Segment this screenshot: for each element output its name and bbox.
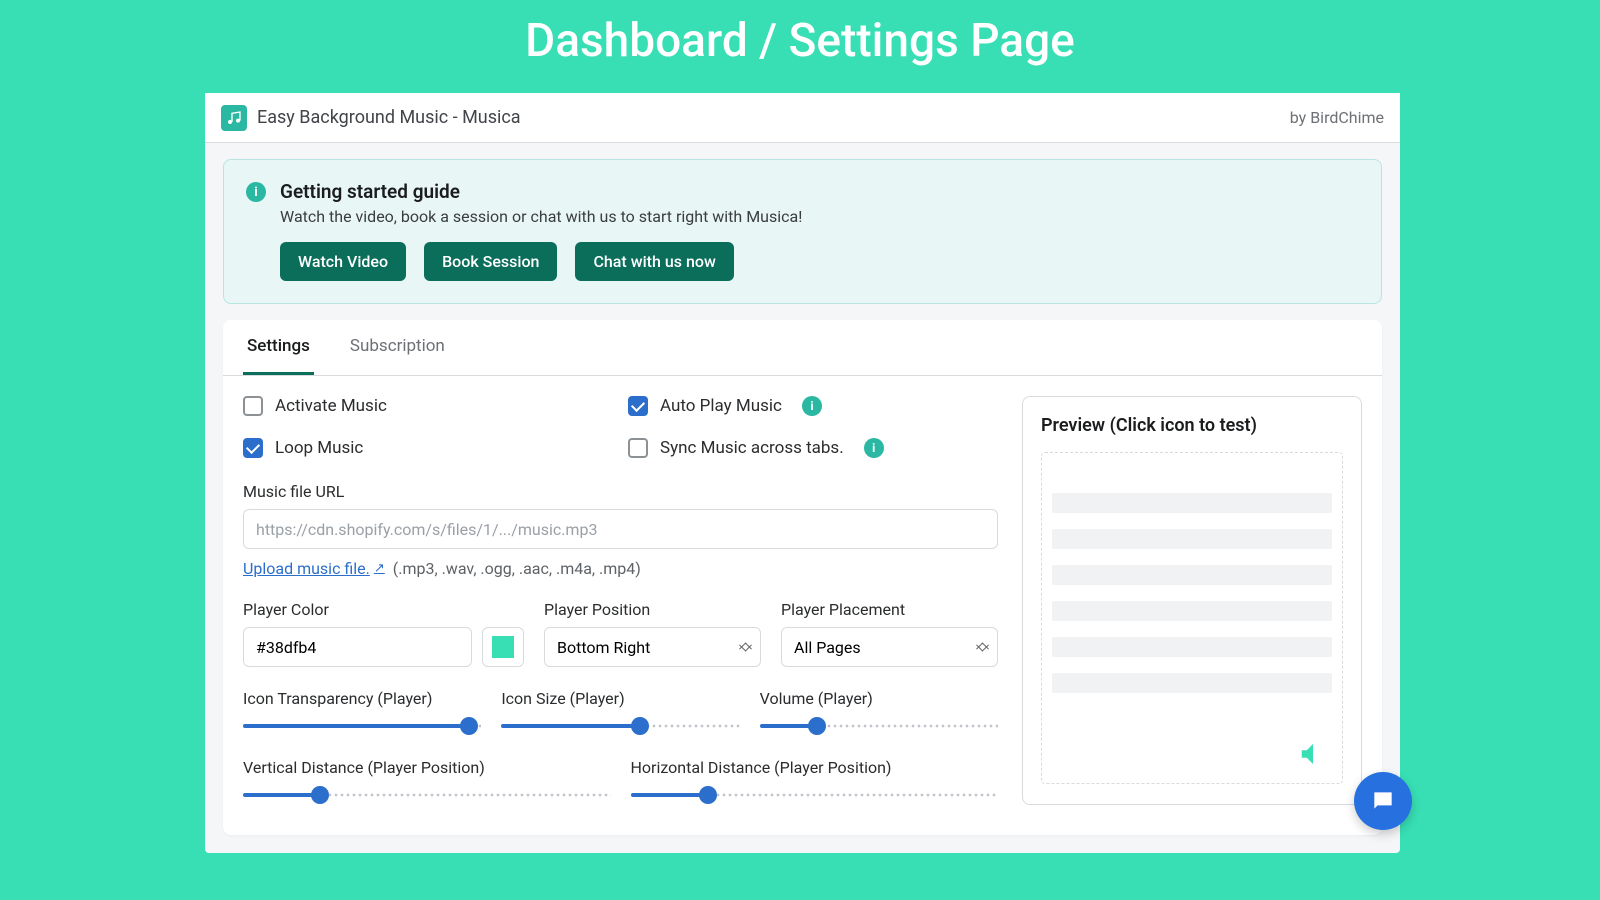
preview-placeholder-bar: [1052, 637, 1332, 657]
autoplay-music-label: Auto Play Music: [660, 396, 782, 416]
preview-placeholder-bar: [1052, 529, 1332, 549]
app-name: Easy Background Music - Musica: [257, 107, 521, 128]
settings-card: Settings Subscription Activate Music Aut…: [223, 320, 1382, 835]
color-swatch-icon: [492, 636, 514, 658]
chat-now-button[interactable]: Chat with us now: [575, 242, 733, 281]
icon-transparency-slider[interactable]: [243, 716, 481, 736]
preview-placeholder-bar: [1052, 493, 1332, 513]
player-color-input[interactable]: [243, 627, 472, 667]
loop-music-label: Loop Music: [275, 438, 363, 458]
player-placement-label: Player Placement: [781, 600, 998, 619]
player-color-label: Player Color: [243, 600, 524, 619]
preview-stage: [1041, 452, 1343, 784]
volume-label: Volume (Player): [760, 689, 998, 708]
sync-music-label: Sync Music across tabs.: [660, 438, 844, 458]
icon-transparency-label: Icon Transparency (Player): [243, 689, 481, 708]
icon-size-slider[interactable]: [501, 716, 739, 736]
player-position-value: Bottom Right: [557, 638, 650, 657]
upload-music-link[interactable]: Upload music file. ↗: [243, 559, 385, 578]
player-placement-value: All Pages: [794, 638, 861, 657]
autoplay-info-icon[interactable]: i: [802, 396, 822, 416]
music-url-label: Music file URL: [243, 482, 998, 501]
tab-settings[interactable]: Settings: [243, 320, 314, 375]
activate-music-checkbox[interactable]: [243, 396, 263, 416]
sync-info-icon[interactable]: i: [864, 438, 884, 458]
tabs: Settings Subscription: [223, 320, 1382, 376]
app-logo-icon: [221, 105, 247, 131]
music-formats-hint: (.mp3, .wav, .ogg, .aac, .m4a, .mp4): [393, 559, 641, 578]
banner-title: Getting started guide: [280, 180, 802, 203]
horizontal-distance-slider[interactable]: [631, 785, 999, 805]
external-link-icon: ↗: [374, 561, 385, 576]
chat-icon: [1370, 788, 1396, 814]
app-header: Easy Background Music - Musica by BirdCh…: [205, 93, 1400, 143]
app-byline: by BirdChime: [1290, 108, 1384, 127]
player-position-label: Player Position: [544, 600, 761, 619]
preview-placeholder-bar: [1052, 673, 1332, 693]
tab-subscription[interactable]: Subscription: [346, 320, 449, 375]
app-window: Easy Background Music - Musica by BirdCh…: [205, 93, 1400, 853]
preview-title: Preview (Click icon to test): [1041, 415, 1343, 436]
upload-music-link-text: Upload music file.: [243, 559, 370, 578]
preview-panel: Preview (Click icon to test): [1022, 396, 1362, 805]
player-placement-select[interactable]: All Pages: [781, 627, 998, 667]
info-icon: i: [246, 182, 266, 202]
preview-player-icon[interactable]: [1298, 739, 1328, 773]
activate-music-label: Activate Music: [275, 396, 387, 416]
loop-music-checkbox[interactable]: [243, 438, 263, 458]
preview-placeholder-bar: [1052, 601, 1332, 621]
page-heading: Dashboard / Settings Page: [0, 0, 1600, 76]
getting-started-banner: i Getting started guide Watch the video,…: [223, 159, 1382, 304]
chat-fab-button[interactable]: [1354, 772, 1412, 830]
icon-size-label: Icon Size (Player): [501, 689, 739, 708]
horizontal-distance-label: Horizontal Distance (Player Position): [631, 758, 999, 777]
vertical-distance-slider[interactable]: [243, 785, 611, 805]
sync-music-checkbox[interactable]: [628, 438, 648, 458]
banner-subtitle: Watch the video, book a session or chat …: [280, 207, 802, 226]
autoplay-music-checkbox[interactable]: [628, 396, 648, 416]
book-session-button[interactable]: Book Session: [424, 242, 557, 281]
player-color-swatch-button[interactable]: [482, 627, 524, 667]
watch-video-button[interactable]: Watch Video: [280, 242, 406, 281]
volume-slider[interactable]: [760, 716, 998, 736]
preview-placeholder-bar: [1052, 565, 1332, 585]
music-url-input[interactable]: [243, 509, 998, 549]
player-position-select[interactable]: Bottom Right: [544, 627, 761, 667]
vertical-distance-label: Vertical Distance (Player Position): [243, 758, 611, 777]
